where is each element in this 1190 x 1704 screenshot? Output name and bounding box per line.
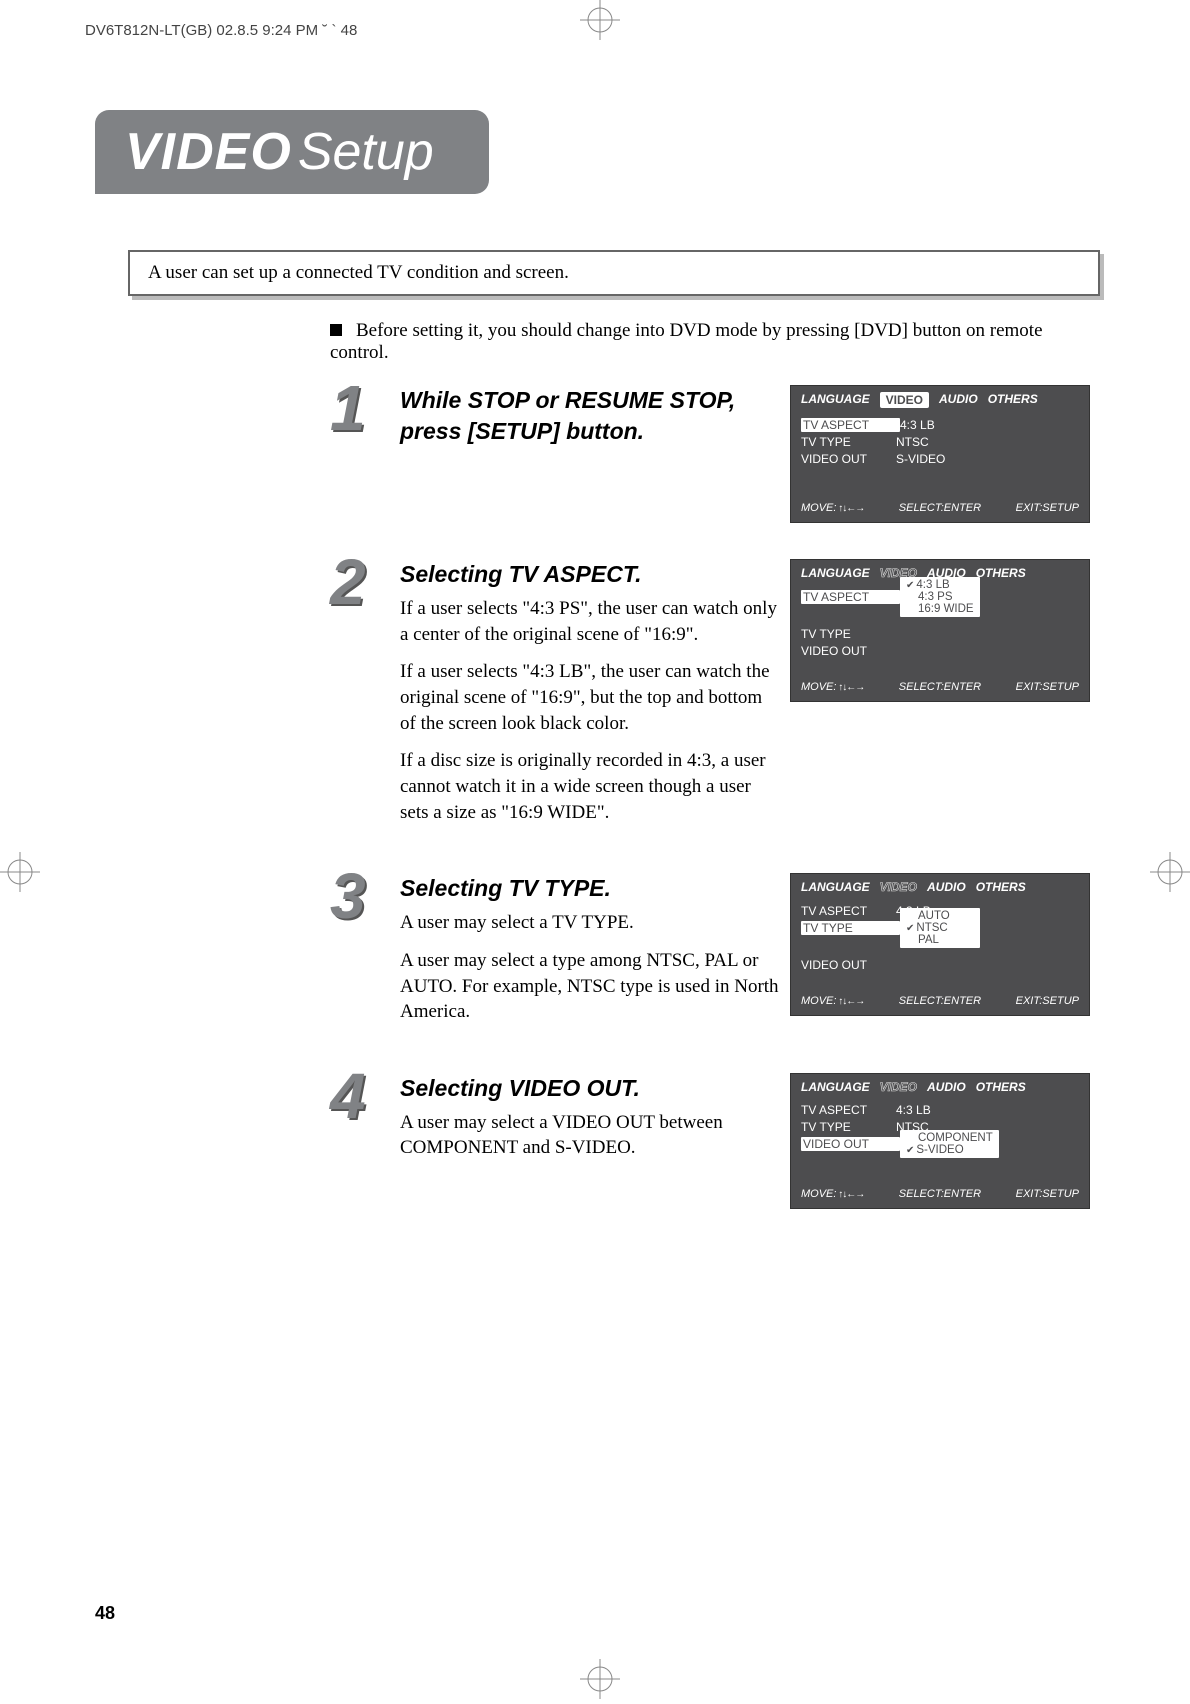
osd-row-value: 4:3 LB — [900, 418, 935, 432]
step-4-heading: Selecting VIDEO OUT. — [400, 1073, 780, 1104]
osd-tab-audio: AUDIO — [927, 1080, 966, 1094]
osd-row-label: VIDEO OUT — [801, 644, 896, 658]
page-number: 48 — [95, 1603, 115, 1624]
osd-foot-exit: EXIT:SETUP — [1016, 681, 1079, 693]
osd-tab-others: OTHERS — [988, 392, 1038, 408]
osd-row-label: VIDEO OUT — [801, 958, 896, 972]
step-4-para-1: A user may select a VIDEO OUT between CO… — [400, 1110, 780, 1161]
step-1: 1 While STOP or RESUME STOP, press [SETU… — [330, 385, 1090, 523]
osd-foot-move: MOVE: — [801, 681, 864, 693]
osd-option-list: COMPONENT S-VIDEO — [900, 1130, 999, 1158]
osd-tab-audio: AUDIO — [927, 880, 966, 894]
step-3-number: 3 — [330, 868, 400, 926]
osd-foot-exit: EXIT:SETUP — [1016, 1188, 1079, 1200]
step-1-number: 1 — [330, 380, 400, 438]
osd-row-value: S-VIDEO — [896, 452, 945, 466]
osd-row-label: VIDEO OUT — [801, 1137, 900, 1151]
step-1-heading: While STOP or RESUME STOP, press [SETUP]… — [400, 385, 780, 447]
osd-row-label: TV ASPECT — [801, 418, 900, 432]
osd-tab-language: LANGUAGE — [801, 880, 870, 894]
step-2-para-1: If a user selects "4:3 PS", the user can… — [400, 596, 780, 647]
osd-tab-language: LANGUAGE — [801, 1080, 870, 1094]
osd-option-list: 4:3 LB 4:3 PS 16:9 WIDE — [900, 577, 980, 617]
step-2-number: 2 — [330, 554, 400, 612]
osd-tab-audio: AUDIO — [939, 392, 978, 408]
osd-screenshot-2: LANGUAGE VIDEO AUDIO OTHERS TV ASPECT 4:… — [790, 559, 1090, 702]
step-3-heading: Selecting TV TYPE. — [400, 873, 780, 904]
osd-row-label: TV TYPE — [801, 435, 896, 449]
osd-foot-move: MOVE: — [801, 995, 864, 1007]
osd-foot-exit: EXIT:SETUP — [1016, 995, 1079, 1007]
step-2-para-3: If a disc size is originally recorded in… — [400, 748, 780, 825]
osd-tab-language: LANGUAGE — [801, 566, 870, 580]
step-3-para-1: A user may select a TV TYPE. — [400, 910, 780, 936]
osd-tab-video: VIDEO — [880, 1080, 917, 1094]
step-3: 3 Selecting TV TYPE. A user may select a… — [330, 873, 1090, 1037]
print-header-line: DV6T812N-LT(GB) 02.8.5 9:24 PM ˘ ` 48 — [85, 22, 357, 39]
osd-row-label: VIDEO OUT — [801, 452, 896, 466]
osd-row-label: TV TYPE — [801, 921, 900, 935]
osd-tab-language: LANGUAGE — [801, 392, 870, 408]
osd-screenshot-1: LANGUAGE VIDEO AUDIO OTHERS TV ASPECT4:3… — [790, 385, 1090, 523]
osd-foot-select: SELECT:ENTER — [899, 681, 981, 693]
page-title-tab: VIDEOSetup — [95, 110, 489, 194]
page-title-sub: Setup — [298, 123, 434, 181]
osd-row-label: TV ASPECT — [801, 904, 896, 918]
osd-foot-select: SELECT:ENTER — [899, 995, 981, 1007]
crop-mark-bottom — [580, 1659, 620, 1704]
crop-mark-right — [1150, 852, 1190, 892]
osd-screenshot-4: LANGUAGE VIDEO AUDIO OTHERS TV ASPECT4:3… — [790, 1073, 1090, 1209]
osd-foot-select: SELECT:ENTER — [899, 1188, 981, 1200]
osd-tab-video: VIDEO — [880, 880, 917, 894]
osd-row-label: TV ASPECT — [801, 1103, 896, 1117]
step-2-para-2: If a user selects "4:3 LB", the user can… — [400, 659, 780, 736]
pre-note: Before setting it, you should change int… — [330, 320, 1090, 364]
osd-foot-move: MOVE: — [801, 502, 864, 514]
osd-row-label: TV TYPE — [801, 627, 896, 641]
osd-screenshot-3: LANGUAGE VIDEO AUDIO OTHERS TV ASPECT4:3… — [790, 873, 1090, 1016]
osd-row-label: TV TYPE — [801, 1120, 896, 1134]
crop-mark-top — [580, 0, 620, 40]
bullet-square-icon — [330, 324, 342, 336]
step-2-heading: Selecting TV ASPECT. — [400, 559, 780, 590]
step-4: 4 Selecting VIDEO OUT. A user may select… — [330, 1073, 1090, 1209]
osd-foot-select: SELECT:ENTER — [899, 502, 981, 514]
pre-note-text: Before setting it, you should change int… — [330, 320, 1043, 363]
crop-mark-left — [0, 852, 40, 892]
osd-tab-video: VIDEO — [880, 392, 929, 408]
osd-tab-others: OTHERS — [976, 880, 1026, 894]
page-title-main: VIDEO — [125, 123, 292, 181]
osd-foot-exit: EXIT:SETUP — [1016, 502, 1079, 514]
intro-bar: A user can set up a connected TV conditi… — [128, 250, 1100, 296]
osd-option-list: AUTO NTSC PAL — [900, 908, 980, 948]
osd-row-value: 4:3 LB — [896, 1103, 931, 1117]
osd-tab-others: OTHERS — [976, 1080, 1026, 1094]
osd-row-value: NTSC — [896, 435, 929, 449]
osd-foot-move: MOVE: — [801, 1188, 864, 1200]
step-4-number: 4 — [330, 1068, 400, 1126]
step-2: 2 Selecting TV ASPECT. If a user selects… — [330, 559, 1090, 837]
osd-tab-others: OTHERS — [976, 566, 1026, 580]
osd-row-label: TV ASPECT — [801, 590, 900, 604]
step-3-para-2: A user may select a type among NTSC, PAL… — [400, 948, 780, 1025]
